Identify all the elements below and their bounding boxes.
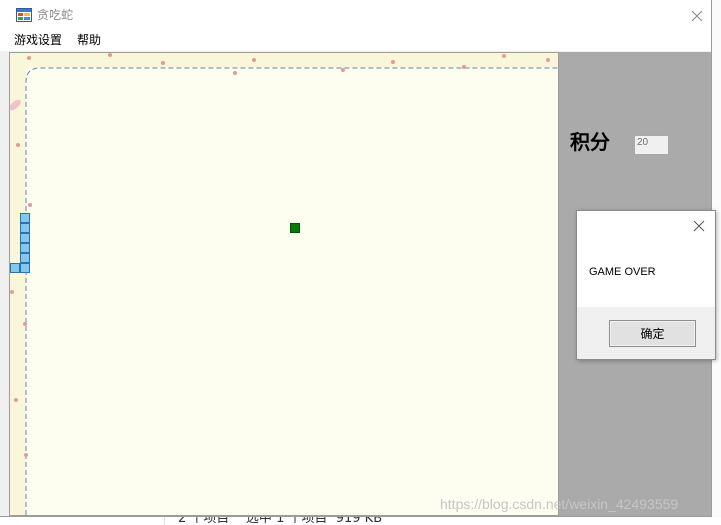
score-field: 20 [634, 135, 669, 155]
menu-bar: 游戏设置 帮助 [0, 30, 711, 51]
board-top-margin [10, 53, 558, 68]
screen: 2 个项目 选中 1 个项目 919 KB 贪吃蛇 游戏设置 帮助 积分 20 … [0, 0, 721, 525]
window-title: 贪吃蛇 [37, 8, 74, 22]
game-over-dialog: GAME OVER 确定 [576, 210, 716, 360]
explorer-status-text: 2 个项目 选中 1 个项目 919 KB [178, 517, 383, 525]
snake-segment [20, 263, 30, 273]
nav-pane-divider [164, 517, 165, 525]
watermark: https://blog.csdn.net/weixin_42493559 [440, 496, 679, 512]
snake-segment [20, 253, 30, 263]
menu-help[interactable]: 帮助 [77, 30, 101, 51]
game-board[interactable] [9, 52, 559, 516]
app-icon-graphic [16, 8, 32, 22]
score-label: 积分 [570, 130, 610, 154]
snake-segment [10, 263, 20, 273]
title-bar[interactable]: 贪吃蛇 [0, 0, 711, 30]
ok-button[interactable]: 确定 [609, 320, 696, 347]
close-icon[interactable] [690, 8, 704, 22]
snake-segment [20, 223, 30, 233]
board-left-margin [10, 53, 26, 515]
app-icon[interactable] [16, 7, 32, 23]
close-icon-graphic [691, 10, 703, 22]
board-background [10, 53, 558, 515]
dialog-message: GAME OVER [589, 266, 656, 278]
dialog-close-icon[interactable] [693, 217, 705, 232]
background-explorer-statusbar: 2 个项目 选中 1 个项目 919 KB [0, 517, 721, 525]
food-pellet [290, 223, 300, 233]
board-paper [10, 53, 558, 515]
snake-segment [20, 243, 30, 253]
snake-segment [20, 233, 30, 243]
close-icon [693, 220, 705, 232]
menu-game-settings[interactable]: 游戏设置 [14, 30, 62, 51]
dialog-footer: 确定 [577, 307, 715, 359]
snake-segment [20, 213, 30, 223]
